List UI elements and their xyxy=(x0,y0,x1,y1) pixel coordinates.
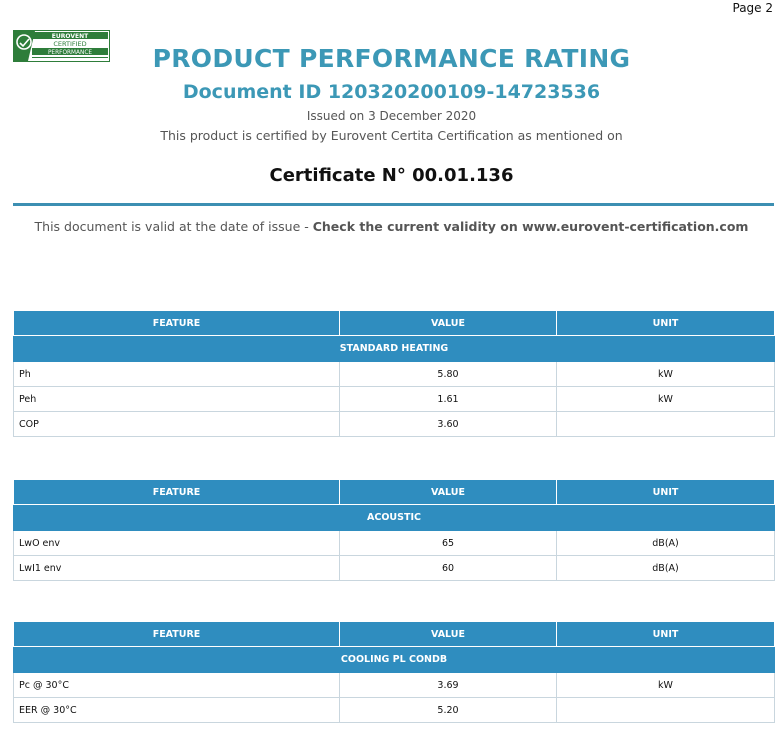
validity-link-text: Check the current validity on www.eurove… xyxy=(312,219,749,234)
value-cell: 3.69 xyxy=(339,672,557,698)
value-cell: 60 xyxy=(339,555,557,581)
page-title: PRODUCT PERFORMANCE RATING xyxy=(152,44,631,73)
value-column-header: VALUE xyxy=(339,479,557,505)
section-row: ACOUSTIC xyxy=(13,504,775,531)
value-cell: 5.80 xyxy=(339,361,557,387)
unit-cell: kW xyxy=(556,361,775,387)
certified-text: This product is certified by Eurovent Ce… xyxy=(160,128,623,143)
section-title: ACOUSTIC xyxy=(13,504,775,531)
certificate-number: Certificate N° 00.01.136 xyxy=(269,165,514,186)
table-header-row: FEATURE VALUE UNIT xyxy=(13,310,775,336)
feature-cell: Peh xyxy=(13,386,340,412)
unit-column-header: UNIT xyxy=(556,479,775,505)
unit-cell: dB(A) xyxy=(556,530,775,556)
feature-cell: LwO env xyxy=(13,530,340,556)
feature-cell: COP xyxy=(13,411,340,437)
table-row: Ph 5.80 kW xyxy=(13,361,775,387)
unit-cell: kW xyxy=(556,672,775,698)
standard-heating-table: FEATURE VALUE UNIT STANDARD HEATING Ph 5… xyxy=(13,310,775,437)
header-divider xyxy=(13,203,774,206)
feature-column-header: FEATURE xyxy=(13,310,340,336)
feature-column-header: FEATURE xyxy=(13,479,340,505)
table-header-row: FEATURE VALUE UNIT xyxy=(13,621,775,647)
table-row: LwI1 env 60 dB(A) xyxy=(13,555,775,581)
unit-column-header: UNIT xyxy=(556,310,775,336)
logo-line-1: EUROVENT xyxy=(52,33,89,40)
validity-note: This document is valid at the date of is… xyxy=(0,219,783,234)
feature-cell: Ph xyxy=(13,361,340,387)
table-row: Peh 1.61 kW xyxy=(13,386,775,412)
unit-cell: dB(A) xyxy=(556,555,775,581)
value-cell: 65 xyxy=(339,530,557,556)
table-row: Pc @ 30°C 3.69 kW xyxy=(13,672,775,698)
feature-cell: EER @ 30°C xyxy=(13,697,340,723)
table-row: LwO env 65 dB(A) xyxy=(13,530,775,556)
value-column-header: VALUE xyxy=(339,310,557,336)
table-row: COP 3.60 xyxy=(13,411,775,437)
validity-prefix: This document is valid at the date of is… xyxy=(34,219,313,234)
unit-cell xyxy=(556,697,775,723)
unit-column-header: UNIT xyxy=(556,621,775,647)
unit-cell xyxy=(556,411,775,437)
unit-cell: kW xyxy=(556,386,775,412)
cooling-pl-condb-table: FEATURE VALUE UNIT COOLING PL CONDB Pc @… xyxy=(13,621,775,723)
feature-column-header: FEATURE xyxy=(13,621,340,647)
section-row: STANDARD HEATING xyxy=(13,335,775,362)
document-id: Document ID 120320200109-14723536 xyxy=(182,81,601,103)
table-row: EER @ 30°C 5.20 xyxy=(13,697,775,723)
section-title: STANDARD HEATING xyxy=(13,335,775,362)
table-header-row: FEATURE VALUE UNIT xyxy=(13,479,775,505)
section-row: COOLING PL CONDB xyxy=(13,646,775,673)
feature-cell: LwI1 env xyxy=(13,555,340,581)
page-number: Page 2 xyxy=(732,1,774,15)
value-cell: 3.60 xyxy=(339,411,557,437)
feature-cell: Pc @ 30°C xyxy=(13,672,340,698)
acoustic-table: FEATURE VALUE UNIT ACOUSTIC LwO env 65 d… xyxy=(13,479,775,581)
value-column-header: VALUE xyxy=(339,621,557,647)
issued-date: Issued on 3 December 2020 xyxy=(306,109,477,123)
value-cell: 1.61 xyxy=(339,386,557,412)
section-title: COOLING PL CONDB xyxy=(13,646,775,673)
value-cell: 5.20 xyxy=(339,697,557,723)
